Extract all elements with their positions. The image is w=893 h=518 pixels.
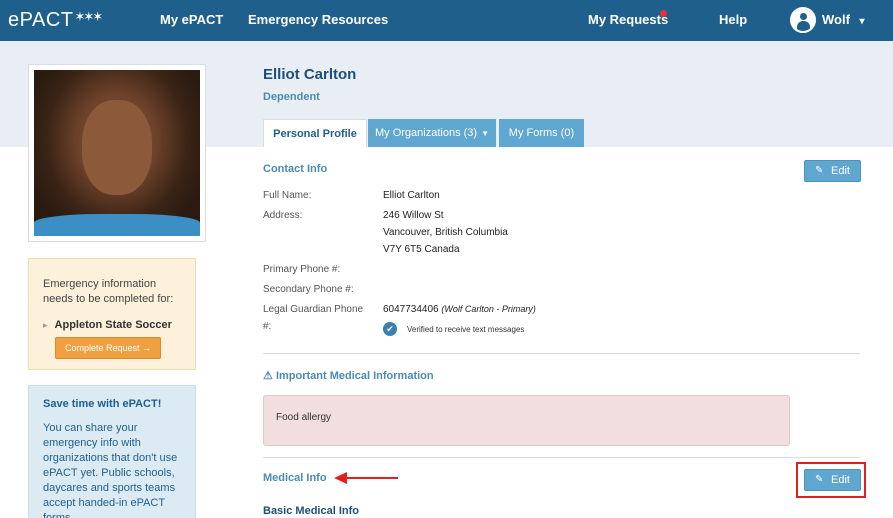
tab-my-forms[interactable]: My Forms (0) [499,119,584,147]
address-line-1: 246 Willow St [383,210,444,221]
tab-personal-profile[interactable]: Personal Profile [263,119,367,147]
complete-request-button[interactable]: Complete Request → [55,337,162,359]
chevron-down-icon: ▾ [859,16,865,27]
user-avatar-icon[interactable] [790,7,816,33]
secondary-phone-label: Secondary Phone #: [263,284,354,295]
notification-dot-icon [660,10,667,17]
red-arrow-annotation [334,472,398,484]
medical-info-title: Medical Info [263,472,327,484]
logo-text: ePACT [8,9,74,31]
important-medical-title-text: Important Medical Information [275,370,434,382]
pencil-icon: ✎ [815,165,824,176]
guardian-phone-note: (Wolf Carlton - Primary) [441,304,536,314]
save-time-panel: Save time with ePACT! You can share your… [28,385,196,518]
save-time-body: You can share your emergency info with o… [43,422,178,518]
guardian-phone-label-suffix: #: [263,321,272,332]
epact-logo[interactable]: ePACT✶✶✶ [8,9,103,32]
edit-label: Edit [831,165,850,177]
full-name-label: Full Name: [263,190,312,201]
nav-my-requests[interactable]: My Requests [588,12,668,27]
top-nav-bar: ePACT✶✶✶ My ePACT Emergency Resources My… [0,0,893,41]
divider [263,353,860,354]
guardian-phone-number: 6047734406 [383,304,439,315]
full-name-value: Elliot Carlton [383,190,440,201]
address-line-2: Vancouver, British Columbia [383,227,508,238]
highlight-annotation [796,462,866,498]
divider [263,457,860,458]
primary-phone-label: Primary Phone #: [263,264,341,275]
person-role: Dependent [263,91,320,103]
emergency-info-panel: Emergency information needs to be comple… [28,258,196,370]
warning-icon: ⚠ [263,370,273,382]
nav-my-epact[interactable]: My ePACT [160,12,223,27]
basic-medical-info-subtitle: Basic Medical Info [263,505,359,517]
page-title: Elliot Carlton [263,66,357,83]
profile-photo [28,64,206,242]
verified-check-icon: ✔ [383,322,397,336]
medical-alert-text: Food allergy [276,412,332,423]
logo-stars-icon: ✶✶✶ [74,9,103,24]
important-medical-title: ⚠ Important Medical Information [263,369,434,382]
profile-photo-image [34,70,200,236]
user-menu[interactable]: Wolf ▾ [822,12,865,27]
tab-my-organizations[interactable]: My Organizations (3) ▼ [368,119,496,147]
nav-help[interactable]: Help [719,12,747,27]
verified-text: Verified to receive text messages [407,325,525,334]
medical-alert-box: Food allergy [263,395,790,446]
guardian-phone-value: 6047734406 (Wolf Carlton - Primary) [383,304,536,315]
guardian-phone-label: Legal Guardian Phone [263,304,364,315]
nav-emergency-resources[interactable]: Emergency Resources [248,12,388,27]
emergency-message: Emergency information needs to be comple… [43,278,174,305]
save-time-title: Save time with ePACT! [43,398,162,410]
user-name: Wolf [822,12,850,27]
contact-edit-button[interactable]: ✎ Edit [804,160,861,182]
address-line-3: V7Y 6T5 Canada [383,244,460,255]
contact-info-title: Contact Info [263,163,328,175]
tab-my-organizations-label: My Organizations (3) [374,127,478,139]
emergency-organization: Appleton State Soccer [43,319,181,331]
address-label: Address: [263,210,303,221]
chevron-down-icon: ▼ [481,129,489,138]
